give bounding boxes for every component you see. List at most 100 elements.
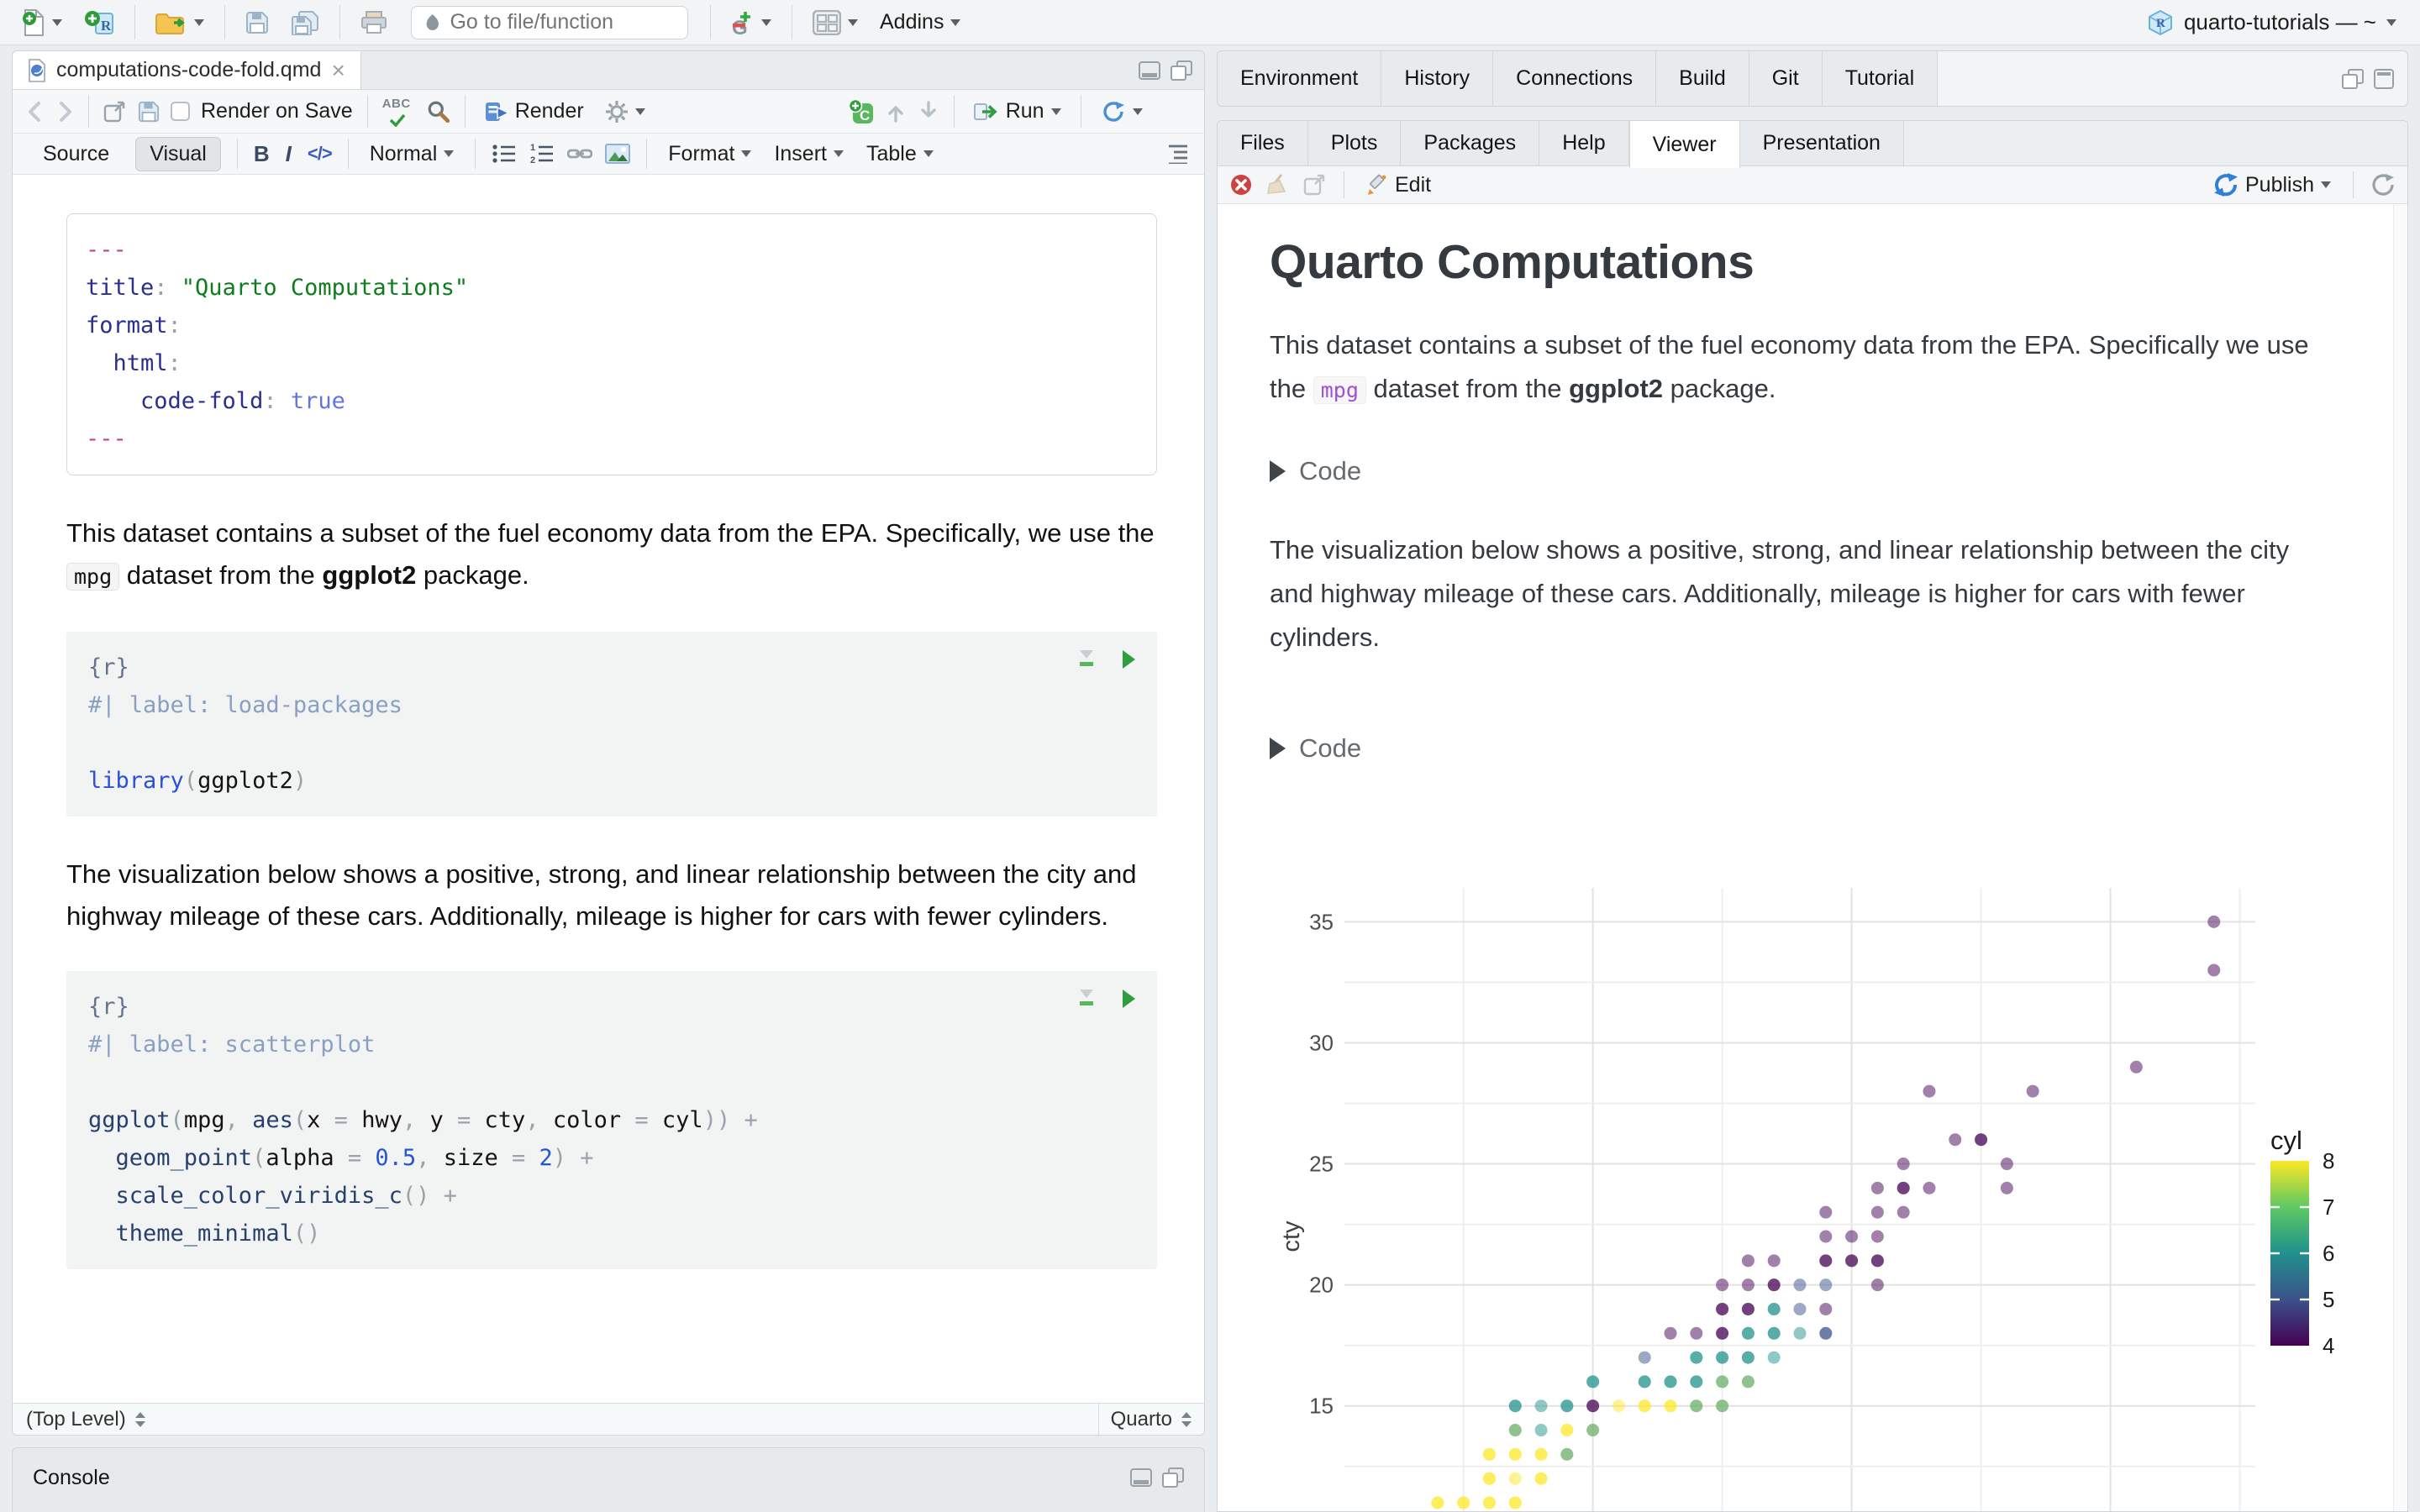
popout-viewer-icon[interactable] xyxy=(1303,174,1327,196)
paragraph-style-dropdown[interactable]: Normal xyxy=(365,139,460,170)
numbered-list-icon[interactable]: 12 xyxy=(529,143,555,165)
run-next-chunk-icon[interactable] xyxy=(918,100,939,123)
code-format-button[interactable]: </> xyxy=(308,143,333,165)
new-file-icon xyxy=(23,8,44,36)
back-icon[interactable] xyxy=(26,101,45,123)
maximize-pane-icon[interactable] xyxy=(1171,60,1192,81)
outline-location-selector[interactable]: (Top Level) xyxy=(13,1408,1098,1431)
document-paragraph: The visualization below shows a positive… xyxy=(1270,535,2290,652)
link-icon[interactable] xyxy=(567,143,593,165)
editor-paragraph[interactable]: This dataset contains a subset of the fu… xyxy=(66,512,1157,598)
version-control-button[interactable]: G xyxy=(726,6,776,39)
tab-files[interactable]: Files xyxy=(1218,121,1308,165)
minimize-pane-icon[interactable] xyxy=(1130,1468,1152,1487)
collapsed-triangle-icon xyxy=(1270,738,1286,759)
addins-button[interactable]: Addins xyxy=(875,7,965,38)
code-fold-toggle[interactable]: Code xyxy=(1270,733,2332,764)
run-chunk-icon[interactable] xyxy=(1120,648,1137,670)
code-fold-toggle[interactable]: Code xyxy=(1270,456,2332,486)
bullet-list-icon[interactable] xyxy=(492,143,517,165)
svg-text:R: R xyxy=(2156,17,2165,30)
image-icon[interactable] xyxy=(605,143,631,165)
source-commands-button[interactable] xyxy=(1096,96,1148,128)
environment-tab-strip: Environment History Connections Build Git Tut… xyxy=(1218,51,2407,106)
forward-icon[interactable] xyxy=(55,101,74,123)
minimize-pane-icon[interactable] xyxy=(1139,60,1160,80)
source-mode-button[interactable]: Source xyxy=(29,138,123,171)
visual-editor-content[interactable]: --- title: "Quarto Computations" format: h… xyxy=(13,175,1204,1435)
tab-close-icon[interactable]: × xyxy=(331,58,345,82)
paragraph-style-label: Normal xyxy=(369,141,438,165)
tab-packages[interactable]: Packages xyxy=(1401,121,1540,165)
open-file-button[interactable] xyxy=(150,8,209,38)
editor-status-bar: (Top Level) Quarto xyxy=(13,1403,1204,1435)
qmd-file-icon xyxy=(29,58,45,82)
table-menu-label: Table xyxy=(865,141,917,165)
goto-file-function-box[interactable] xyxy=(411,5,688,39)
find-replace-icon[interactable] xyxy=(427,100,450,123)
maximize-pane-icon[interactable] xyxy=(2374,68,2394,89)
stop-viewer-icon[interactable] xyxy=(1229,173,1253,197)
tab-plots[interactable]: Plots xyxy=(1307,121,1402,165)
restore-pane-icon[interactable] xyxy=(2342,68,2364,89)
insert-chunk-icon[interactable]: C xyxy=(848,98,874,124)
editor-paragraph[interactable]: The visualization below shows a positive… xyxy=(66,853,1157,937)
new-project-button[interactable]: R xyxy=(79,5,119,40)
table-menu[interactable]: Table xyxy=(861,139,939,170)
yaml-metadata-block[interactable]: --- title: "Quarto Computations" format: h… xyxy=(66,213,1157,475)
run-previous-chunks-icon[interactable] xyxy=(885,100,907,123)
goto-file-function-input[interactable] xyxy=(450,10,676,34)
tab-connections[interactable]: Connections xyxy=(1493,51,1657,106)
format-menu[interactable]: Format xyxy=(663,139,756,170)
visual-mode-button[interactable]: Visual xyxy=(135,136,221,171)
save-button[interactable] xyxy=(240,8,274,38)
console-pane[interactable]: Console xyxy=(12,1447,1205,1512)
insert-menu[interactable]: Insert xyxy=(769,139,849,170)
svg-text:2: 2 xyxy=(530,155,535,165)
spellcheck-button[interactable]: ABC xyxy=(382,97,416,127)
tab-tutorial[interactable]: Tutorial xyxy=(1822,51,1939,106)
italic-button[interactable]: I xyxy=(282,141,295,167)
tab-presentation[interactable]: Presentation xyxy=(1739,121,1904,165)
project-chooser[interactable]: R quarto-tutorials — ~ xyxy=(2147,9,2403,36)
tab-viewer[interactable]: Viewer xyxy=(1628,121,1740,168)
edit-button[interactable]: Edit xyxy=(1361,170,1436,201)
code-toggle-label: Code xyxy=(1299,456,1362,486)
open-in-new-window-icon[interactable] xyxy=(103,101,127,123)
code-chunk-load-packages[interactable]: {r} #| label: load-packages library(ggplo… xyxy=(66,632,1157,816)
source-commands-caret-icon xyxy=(1132,108,1143,115)
tab-help[interactable]: Help xyxy=(1539,121,1629,165)
run-button[interactable]: Run xyxy=(969,96,1066,127)
viewer-toolbar: Edit Publish xyxy=(1218,166,2407,204)
print-button[interactable] xyxy=(355,8,392,38)
run-chunks-above-icon[interactable] xyxy=(1076,988,1097,1010)
viewer-scrollbar[interactable] xyxy=(2393,204,2407,1511)
workspace-panes-button[interactable] xyxy=(808,7,863,39)
editor-tab-computations-code-fold[interactable]: computations-code-fold.qmd × xyxy=(13,51,361,89)
run-icon xyxy=(973,102,997,120)
run-chunk-icon[interactable] xyxy=(1120,988,1137,1010)
refresh-viewer-icon[interactable] xyxy=(2370,172,2396,197)
tab-environment[interactable]: Environment xyxy=(1218,51,1382,106)
render-on-save-checkbox[interactable] xyxy=(171,102,190,121)
save-all-button[interactable] xyxy=(286,7,324,39)
tab-git[interactable]: Git xyxy=(1749,51,1823,106)
save-doc-icon[interactable] xyxy=(138,101,160,123)
new-file-button[interactable] xyxy=(17,5,67,40)
format-caret-icon xyxy=(741,150,752,157)
main-toolbar: R G Addins R quarto-tutorials — ~ xyxy=(0,0,2420,45)
bold-button[interactable]: B xyxy=(254,141,270,167)
maximize-pane-icon[interactable] xyxy=(1162,1467,1184,1488)
tab-build[interactable]: Build xyxy=(1656,51,1749,106)
run-chunks-above-icon[interactable] xyxy=(1076,648,1097,670)
outline-toggle-icon[interactable] xyxy=(1164,144,1187,164)
render-settings-button[interactable] xyxy=(600,97,650,127)
new-file-caret-icon xyxy=(52,18,62,26)
doc-type-selector[interactable]: Quarto xyxy=(1097,1404,1204,1435)
doc-type-label: Quarto xyxy=(1110,1407,1172,1431)
clear-viewer-icon[interactable] xyxy=(1266,173,1290,197)
code-chunk-scatterplot[interactable]: {r} #| label: scatterplot ggplot(mpg, aes… xyxy=(66,971,1157,1269)
render-button[interactable]: Render xyxy=(480,96,589,127)
tab-history[interactable]: History xyxy=(1381,51,1494,106)
publish-button[interactable]: Publish xyxy=(2208,169,2336,201)
